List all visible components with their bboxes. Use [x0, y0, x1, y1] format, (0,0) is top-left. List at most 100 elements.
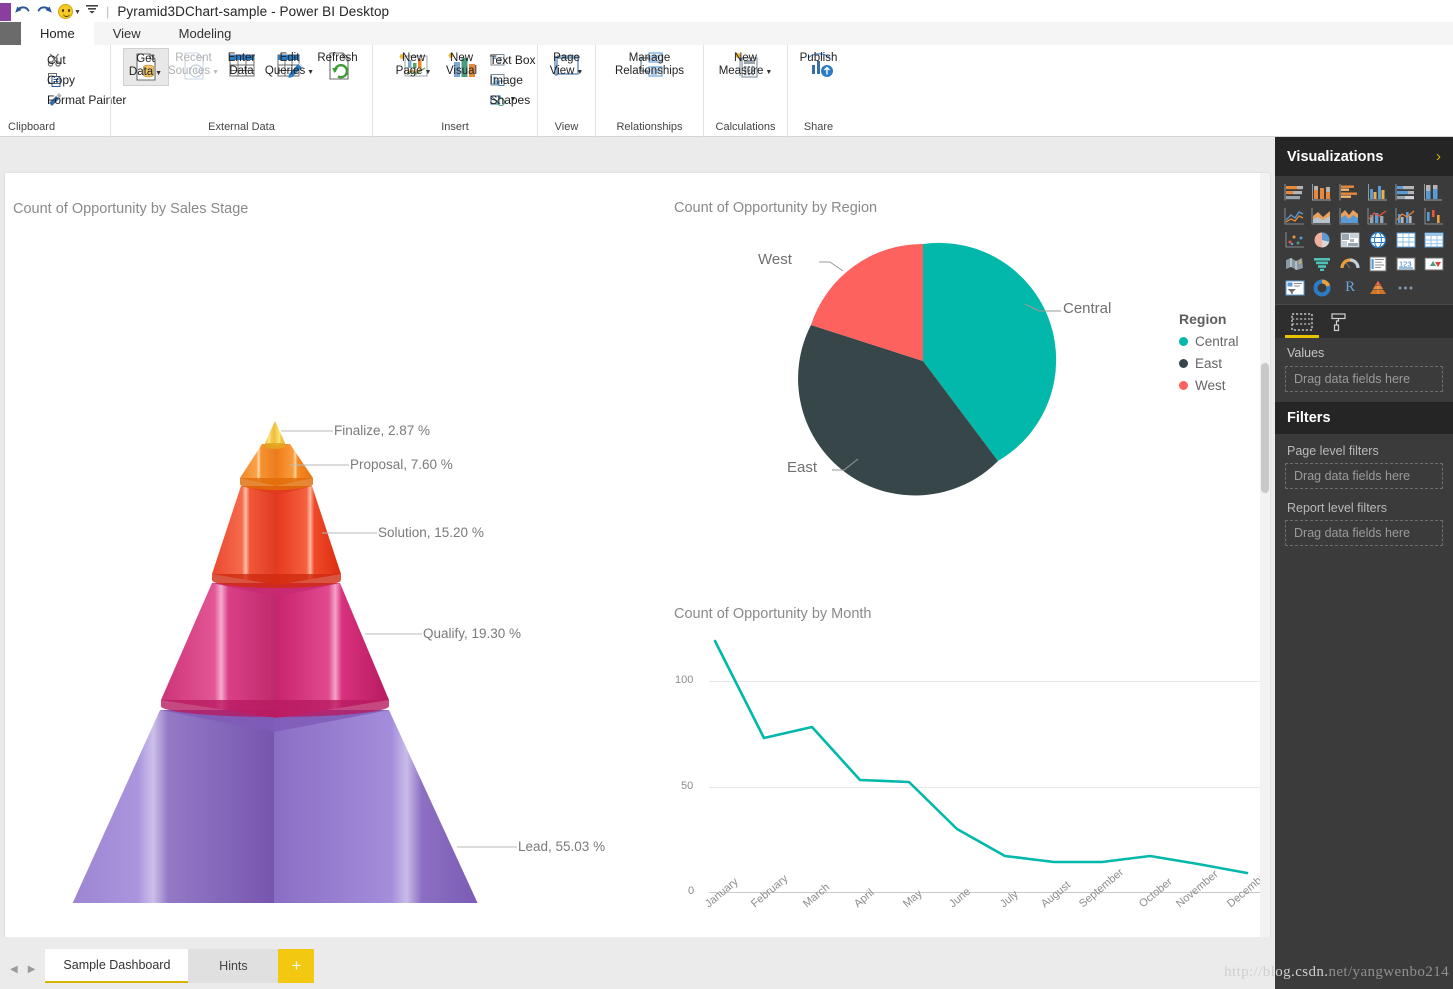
viz-treemap-icon[interactable] — [1338, 229, 1363, 250]
refresh-button[interactable]: Refresh — [315, 48, 361, 84]
viz-ribbon-chart-icon[interactable] — [1421, 205, 1446, 226]
viz-card-icon[interactable]: 123 — [1393, 253, 1418, 274]
prev-page-icon[interactable]: ◀ — [10, 964, 18, 975]
line-series-opportunity-count — [713, 639, 1249, 875]
recent-sources-label: Recent Sources ▼ — [167, 52, 220, 77]
smiley-dropdown-caret-icon[interactable]: ▼ — [74, 9, 81, 16]
viz-clustered-column-chart-icon[interactable] — [1366, 181, 1391, 202]
get-data-button[interactable]: Get Data ▼ — [122, 48, 169, 86]
page-scrollbar[interactable] — [1260, 173, 1270, 939]
enter-data-button[interactable]: Enter Data — [219, 48, 265, 84]
viz-stacked-column-chart-icon[interactable] — [1310, 181, 1335, 202]
tab-view[interactable]: View — [94, 22, 160, 45]
pyramid-slice-finalize — [265, 421, 285, 449]
viz-r-script-visual-icon[interactable]: R — [1338, 277, 1363, 298]
manage-relationships-label: Manage Relationships — [614, 52, 685, 77]
watermark: http://blog.csdn.net/yangwenbo214 — [1224, 964, 1449, 981]
power-bi-desktop-window: ▼ | Pyramid3DChart-sample - Power BI Des… — [0, 0, 1453, 989]
viz-stacked-area-chart-icon[interactable] — [1338, 205, 1363, 226]
ribbon: Cut Copy Format Painter Clipboard Get Da… — [0, 45, 1453, 137]
tab-format[interactable] — [1321, 309, 1355, 338]
tab-home[interactable]: Home — [21, 22, 94, 45]
shapes-label: Shapes — [489, 92, 531, 107]
viz-clustered-bar-chart-icon[interactable] — [1338, 181, 1363, 202]
format-painter-button[interactable]: Format Painter — [44, 90, 126, 109]
new-page-button[interactable]: New Page ▼ — [391, 48, 437, 84]
ribbon-group-external-data: Get Data ▼ Recent Sources ▼ Enter Data E… — [110, 45, 372, 137]
pyramid-label-solution: Solution, 15.20 % — [378, 525, 484, 540]
edit-queries-button[interactable]: Edit Queries ▼ — [264, 48, 315, 84]
pyramid-label-proposal: Proposal, 7.60 % — [350, 457, 453, 472]
visual-month-line-chart[interactable]: Count of Opportunity by Month 100 50 0 J… — [667, 573, 1272, 910]
title-bar: ▼ | Pyramid3DChart-sample - Power BI Des… — [0, 0, 1453, 22]
shapes-button[interactable]: Shapes ▼ — [487, 90, 531, 109]
page-tab-bar: ◀ ▶ Sample Dashboard Hints + — [0, 937, 1275, 989]
ribbon-tab-bar: Home View Modeling — [0, 22, 1453, 45]
page-nav-arrows: ◀ ▶ — [0, 964, 45, 989]
edit-queries-label: Edit Queries ▼ — [264, 52, 315, 77]
viz-area-chart-icon[interactable] — [1310, 205, 1335, 226]
undo-icon[interactable] — [11, 1, 33, 21]
field-wells: Values Drag data fields here — [1275, 338, 1453, 402]
viz-scatter-chart-icon[interactable] — [1282, 229, 1307, 250]
publish-button[interactable]: Publish — [796, 48, 842, 84]
legend-item-west[interactable]: West — [1179, 378, 1239, 393]
viz-funnel-icon[interactable] — [1310, 253, 1335, 274]
page-tab-sample-dashboard[interactable]: Sample Dashboard — [45, 949, 189, 983]
redo-icon[interactable] — [33, 1, 55, 21]
image-label: Image — [489, 72, 523, 87]
chevron-right-icon[interactable]: › — [1436, 148, 1441, 165]
viz-map-icon[interactable] — [1366, 229, 1391, 250]
pyramid-label-finalize: Finalize, 2.87 % — [334, 423, 431, 438]
visual-region-pie-chart[interactable]: Count of Opportunity by Region Central W… — [667, 173, 1270, 533]
group-label-external-data: External Data — [208, 121, 275, 133]
new-visual-button[interactable]: New Visual — [439, 48, 485, 84]
legend-item-east[interactable]: East — [1179, 356, 1239, 371]
field-format-tabs — [1275, 304, 1453, 338]
tab-fields[interactable] — [1285, 309, 1319, 338]
copy-button[interactable]: Copy — [44, 70, 75, 89]
report-level-filters-drop-zone[interactable]: Drag data fields here — [1285, 520, 1443, 546]
group-label-calculations: Calculations — [715, 121, 776, 133]
viz-pyramid-3d-chart-icon[interactable] — [1366, 277, 1391, 298]
viz-more-options-icon[interactable] — [1393, 277, 1418, 298]
viz-100-percent-stacked-column-chart-icon[interactable] — [1421, 181, 1446, 202]
manage-relationships-button[interactable]: Manage Relationships — [615, 48, 684, 84]
page-view-button[interactable]: Page View ▼ — [544, 48, 590, 84]
legend-item-central[interactable]: Central — [1179, 334, 1239, 349]
recent-sources-button[interactable]: Recent Sources ▼ — [167, 48, 220, 84]
viz-100-percent-stacked-bar-chart-icon[interactable] — [1393, 181, 1418, 202]
viz-stacked-bar-chart-icon[interactable] — [1282, 181, 1307, 202]
viz-slicer-icon[interactable] — [1282, 277, 1307, 298]
viz-matrix-icon[interactable] — [1393, 229, 1418, 250]
next-page-icon[interactable]: ▶ — [28, 964, 36, 975]
viz-multi-row-card-icon[interactable] — [1366, 253, 1391, 274]
page-tab-hints[interactable]: Hints — [188, 949, 279, 983]
viz-pie-chart-icon[interactable] — [1310, 229, 1335, 250]
viz-line-and-stacked-column-chart-icon[interactable] — [1366, 205, 1391, 226]
viz-gauge-icon[interactable] — [1338, 253, 1363, 274]
smiley-face-icon[interactable] — [58, 3, 73, 19]
filters-pane-header: Filters — [1275, 402, 1453, 434]
tab-modeling[interactable]: Modeling — [160, 22, 251, 45]
image-button[interactable]: Image — [487, 70, 523, 89]
viz-table-icon[interactable] — [1421, 229, 1446, 250]
viz-kpi-icon[interactable] — [1421, 253, 1446, 274]
page-scrollbar-thumb[interactable] — [1261, 363, 1269, 493]
new-measure-button[interactable]: New Measure ▼ — [719, 48, 772, 84]
visual-pyramid-3d-chart[interactable]: Count of Opportunity by Sales Stage Fina… — [5, 173, 667, 903]
page-level-filters-drop-zone[interactable]: Drag data fields here — [1285, 463, 1443, 489]
viz-filled-map-icon[interactable] — [1282, 253, 1307, 274]
viz-line-and-clustered-column-chart-icon[interactable] — [1393, 205, 1418, 226]
viz-line-chart-icon[interactable] — [1282, 205, 1307, 226]
values-drop-zone[interactable]: Drag data fields here — [1285, 366, 1443, 392]
viz-donut-chart-icon[interactable] — [1310, 277, 1335, 298]
file-menu-button[interactable] — [0, 22, 21, 45]
add-page-button[interactable]: + — [278, 949, 315, 983]
page-view-label: Page View ▼ — [549, 52, 584, 77]
text-box-button[interactable]: A Text Box — [487, 50, 536, 69]
cut-button[interactable]: Cut — [44, 50, 66, 69]
customize-quick-access-toolbar-icon[interactable] — [85, 3, 98, 17]
ribbon-group-clipboard: Cut Copy Format Painter Clipboard — [0, 45, 126, 137]
report-page[interactable]: Count of Opportunity by Sales Stage Fina… — [5, 173, 1272, 939]
